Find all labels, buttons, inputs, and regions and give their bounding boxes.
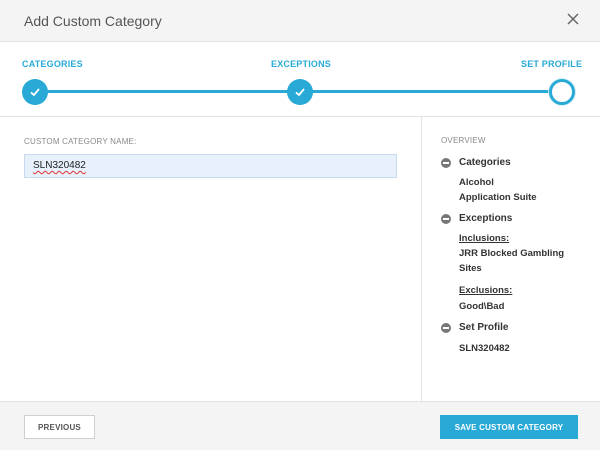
overview-set-profile-value: SLN320482	[459, 343, 510, 354]
form-panel: CUSTOM CATEGORY NAME: SLN320482	[0, 117, 421, 401]
check-icon	[295, 88, 305, 97]
previous-button[interactable]: PREVIOUS	[24, 415, 95, 439]
close-icon[interactable]	[566, 12, 580, 26]
exclusions-label: Exclusions:	[459, 285, 513, 296]
step-exceptions-complete[interactable]	[287, 79, 313, 105]
overview-categories-label: Categories	[459, 157, 511, 168]
collapse-icon[interactable]	[441, 157, 451, 168]
step-label-categories[interactable]: CATEGORIES	[22, 59, 83, 69]
overview-set-profile-header[interactable]: Set Profile	[441, 322, 508, 333]
collapse-icon[interactable]	[441, 322, 451, 333]
check-icon	[30, 88, 40, 97]
custom-category-name-label: CUSTOM CATEGORY NAME:	[24, 137, 137, 146]
overview-exceptions-label: Exceptions	[459, 213, 513, 224]
overview-panel: OVERVIEW Categories Alcohol Application …	[421, 117, 600, 401]
dialog-title: Add Custom Category	[24, 13, 162, 29]
overview-category-item: Alcohol	[459, 177, 494, 188]
step-connector-2	[300, 90, 562, 93]
dialog-header: Add Custom Category	[0, 0, 600, 42]
custom-category-name-input[interactable]: SLN320482	[24, 154, 397, 178]
overview-category-item: Application Suite	[459, 192, 537, 203]
exclusion-item: Good\Bad	[459, 301, 505, 312]
save-custom-category-button[interactable]: SAVE CUSTOM CATEGORY	[440, 415, 578, 439]
overview-set-profile-label: Set Profile	[459, 322, 509, 333]
step-label-exceptions[interactable]: EXCEPTIONS	[271, 59, 331, 69]
dialog-footer: PREVIOUS SAVE CUSTOM CATEGORY	[0, 401, 600, 450]
step-set-profile-current[interactable]	[549, 79, 575, 105]
step-categories-complete[interactable]	[22, 79, 48, 105]
wizard-stepper: CATEGORIES EXCEPTIONS SET PROFILE	[0, 42, 600, 117]
collapse-icon[interactable]	[441, 213, 451, 224]
overview-categories-header[interactable]: Categories	[441, 157, 511, 168]
overview-exceptions-header[interactable]: Exceptions	[441, 213, 512, 224]
inclusion-item-line2: Sites	[459, 263, 482, 274]
step-connector-1	[35, 90, 300, 93]
inclusion-item-line1: JRR Blocked Gambling	[459, 248, 565, 259]
custom-category-name-value: SLN320482	[33, 160, 86, 171]
add-custom-category-dialog: Add Custom Category CATEGORIES EXCEPTION…	[0, 0, 600, 450]
step-label-set-profile[interactable]: SET PROFILE	[521, 59, 582, 69]
inclusions-label: Inclusions:	[459, 233, 510, 244]
overview-title: OVERVIEW	[441, 136, 486, 145]
